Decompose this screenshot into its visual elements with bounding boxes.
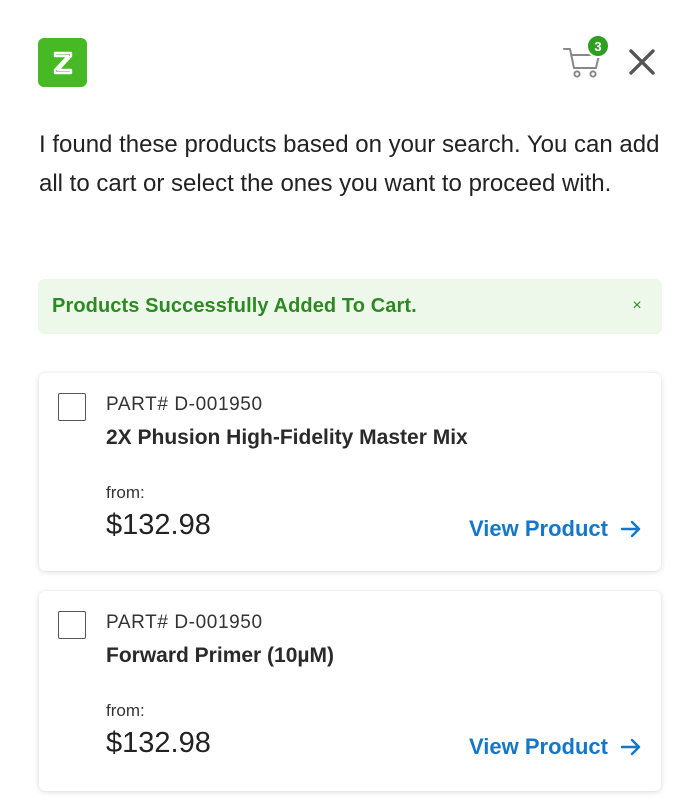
part-number: PART# D-001950 [106,612,263,633]
success-alert: Products Successfully Added To Cart. × [38,279,662,334]
product-price: $132.98 [106,727,211,759]
brand-logo [38,38,87,87]
part-number: PART# D-001950 [106,394,263,415]
view-product-link[interactable]: View Product [469,734,642,760]
view-product-label: View Product [469,734,608,759]
product-card: PART# D-001950 2X Phusion High-Fidelity … [39,373,661,571]
price-from-label: from: [106,701,145,720]
product-checkbox[interactable] [58,611,86,639]
alert-message: Products Successfully Added To Cart. [52,295,417,317]
price-from-label: from: [106,483,145,502]
view-product-link[interactable]: View Product [469,516,642,542]
product-card: PART# D-001950 Forward Primer (10µM) fro… [39,591,661,791]
product-price: $132.98 [106,509,211,541]
chat-panel: 3 I found these products based on your s… [0,0,700,802]
close-icon [629,49,655,75]
view-product-label: View Product [469,516,608,541]
assistant-message: I found these products based on your sea… [39,131,660,197]
alert-close-icon[interactable]: × [627,296,647,316]
close-button[interactable] [626,46,658,78]
logo-z-icon [53,51,72,74]
cart-count-badge: 3 [586,34,610,58]
product-checkbox[interactable] [58,393,86,421]
arrow-right-icon [620,738,641,756]
product-name: 2X Phusion High-Fidelity Master Mix [106,426,468,449]
product-name: Forward Primer (10µM) [106,644,334,667]
arrow-right-icon [620,520,641,538]
